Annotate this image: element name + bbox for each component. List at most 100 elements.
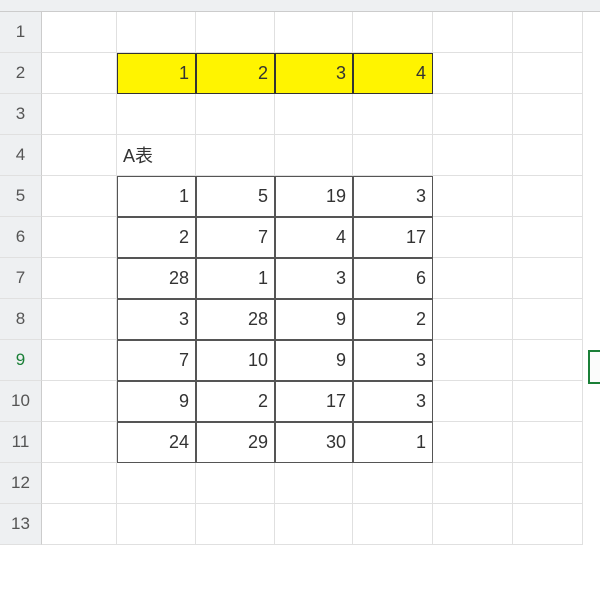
- cell-G4[interactable]: [513, 135, 583, 176]
- cell-B7[interactable]: 28: [117, 258, 196, 299]
- row-header-3[interactable]: 3: [0, 94, 42, 135]
- cell-G11[interactable]: [513, 422, 583, 463]
- cell-E9[interactable]: 3: [353, 340, 433, 381]
- cell-B13[interactable]: [117, 504, 196, 545]
- cell-G1[interactable]: [513, 12, 583, 53]
- cell-E2[interactable]: 4: [353, 53, 433, 94]
- cell-F7[interactable]: [433, 258, 513, 299]
- cell-C11[interactable]: 29: [196, 422, 275, 463]
- cell-C5[interactable]: 5: [196, 176, 275, 217]
- cell-E7[interactable]: 6: [353, 258, 433, 299]
- cell-G10[interactable]: [513, 381, 583, 422]
- cell-D10[interactable]: 17: [275, 381, 353, 422]
- cell-B3[interactable]: [117, 94, 196, 135]
- cell-D3[interactable]: [275, 94, 353, 135]
- row-header-8[interactable]: 8: [0, 299, 42, 340]
- cell-G7[interactable]: [513, 258, 583, 299]
- cell-D9[interactable]: 9: [275, 340, 353, 381]
- cell-F1[interactable]: [433, 12, 513, 53]
- cell-F2[interactable]: [433, 53, 513, 94]
- cell-E10[interactable]: 3: [353, 381, 433, 422]
- row-header-6[interactable]: 6: [0, 217, 42, 258]
- cell-G13[interactable]: [513, 504, 583, 545]
- cell-F10[interactable]: [433, 381, 513, 422]
- cell-G5[interactable]: [513, 176, 583, 217]
- cell-B8[interactable]: 3: [117, 299, 196, 340]
- row-header-12[interactable]: 12: [0, 463, 42, 504]
- cell-D2[interactable]: 3: [275, 53, 353, 94]
- cell-A6[interactable]: [42, 217, 117, 258]
- cell-D5[interactable]: 19: [275, 176, 353, 217]
- cell-F3[interactable]: [433, 94, 513, 135]
- row-header-2[interactable]: 2: [0, 53, 42, 94]
- cell-F5[interactable]: [433, 176, 513, 217]
- cell-F11[interactable]: [433, 422, 513, 463]
- cell-E8[interactable]: 2: [353, 299, 433, 340]
- row-header-10[interactable]: 10: [0, 381, 42, 422]
- cell-D4[interactable]: [275, 135, 353, 176]
- row-header-5[interactable]: 5: [0, 176, 42, 217]
- cell-C4[interactable]: [196, 135, 275, 176]
- cell-F13[interactable]: [433, 504, 513, 545]
- cell-B4-table-label[interactable]: A表: [117, 135, 196, 176]
- cell-D11[interactable]: 30: [275, 422, 353, 463]
- cell-E3[interactable]: [353, 94, 433, 135]
- cell-F9[interactable]: [433, 340, 513, 381]
- cell-D6[interactable]: 4: [275, 217, 353, 258]
- cell-G6[interactable]: [513, 217, 583, 258]
- row-header-13[interactable]: 13: [0, 504, 42, 545]
- cell-E1[interactable]: [353, 12, 433, 53]
- cell-C7[interactable]: 1: [196, 258, 275, 299]
- cell-C6[interactable]: 7: [196, 217, 275, 258]
- cell-G8[interactable]: [513, 299, 583, 340]
- cell-C2[interactable]: 2: [196, 53, 275, 94]
- cell-A1[interactable]: [42, 12, 117, 53]
- row-header-7[interactable]: 7: [0, 258, 42, 299]
- cell-A10[interactable]: [42, 381, 117, 422]
- cell-A9[interactable]: [42, 340, 117, 381]
- row-header-4[interactable]: 4: [0, 135, 42, 176]
- cell-E11[interactable]: 1: [353, 422, 433, 463]
- cell-B2[interactable]: 1: [117, 53, 196, 94]
- cell-A2[interactable]: [42, 53, 117, 94]
- cell-A11[interactable]: [42, 422, 117, 463]
- cell-B10[interactable]: 9: [117, 381, 196, 422]
- cell-D13[interactable]: [275, 504, 353, 545]
- cell-B11[interactable]: 24: [117, 422, 196, 463]
- cell-A8[interactable]: [42, 299, 117, 340]
- cell-B1[interactable]: [117, 12, 196, 53]
- cell-F12[interactable]: [433, 463, 513, 504]
- cell-G9[interactable]: [513, 340, 583, 381]
- row-header-11[interactable]: 11: [0, 422, 42, 463]
- cell-E13[interactable]: [353, 504, 433, 545]
- cell-A12[interactable]: [42, 463, 117, 504]
- row-header-9[interactable]: 9: [0, 340, 42, 381]
- cell-D1[interactable]: [275, 12, 353, 53]
- cell-C12[interactable]: [196, 463, 275, 504]
- cell-B12[interactable]: [117, 463, 196, 504]
- cell-B5[interactable]: 1: [117, 176, 196, 217]
- cell-F6[interactable]: [433, 217, 513, 258]
- cell-C10[interactable]: 2: [196, 381, 275, 422]
- cell-G12[interactable]: [513, 463, 583, 504]
- cell-E5[interactable]: 3: [353, 176, 433, 217]
- cell-F8[interactable]: [433, 299, 513, 340]
- cell-E6[interactable]: 17: [353, 217, 433, 258]
- cell-C3[interactable]: [196, 94, 275, 135]
- cell-B9[interactable]: 7: [117, 340, 196, 381]
- cell-E4[interactable]: [353, 135, 433, 176]
- cell-C13[interactable]: [196, 504, 275, 545]
- cell-C1[interactable]: [196, 12, 275, 53]
- cell-D12[interactable]: [275, 463, 353, 504]
- cell-A7[interactable]: [42, 258, 117, 299]
- cell-B6[interactable]: 2: [117, 217, 196, 258]
- cell-A13[interactable]: [42, 504, 117, 545]
- cell-C8[interactable]: 28: [196, 299, 275, 340]
- cell-G2[interactable]: [513, 53, 583, 94]
- cell-A5[interactable]: [42, 176, 117, 217]
- cell-D8[interactable]: 9: [275, 299, 353, 340]
- cell-A4[interactable]: [42, 135, 117, 176]
- row-header-1[interactable]: 1: [0, 12, 42, 53]
- cell-A3[interactable]: [42, 94, 117, 135]
- cell-D7[interactable]: 3: [275, 258, 353, 299]
